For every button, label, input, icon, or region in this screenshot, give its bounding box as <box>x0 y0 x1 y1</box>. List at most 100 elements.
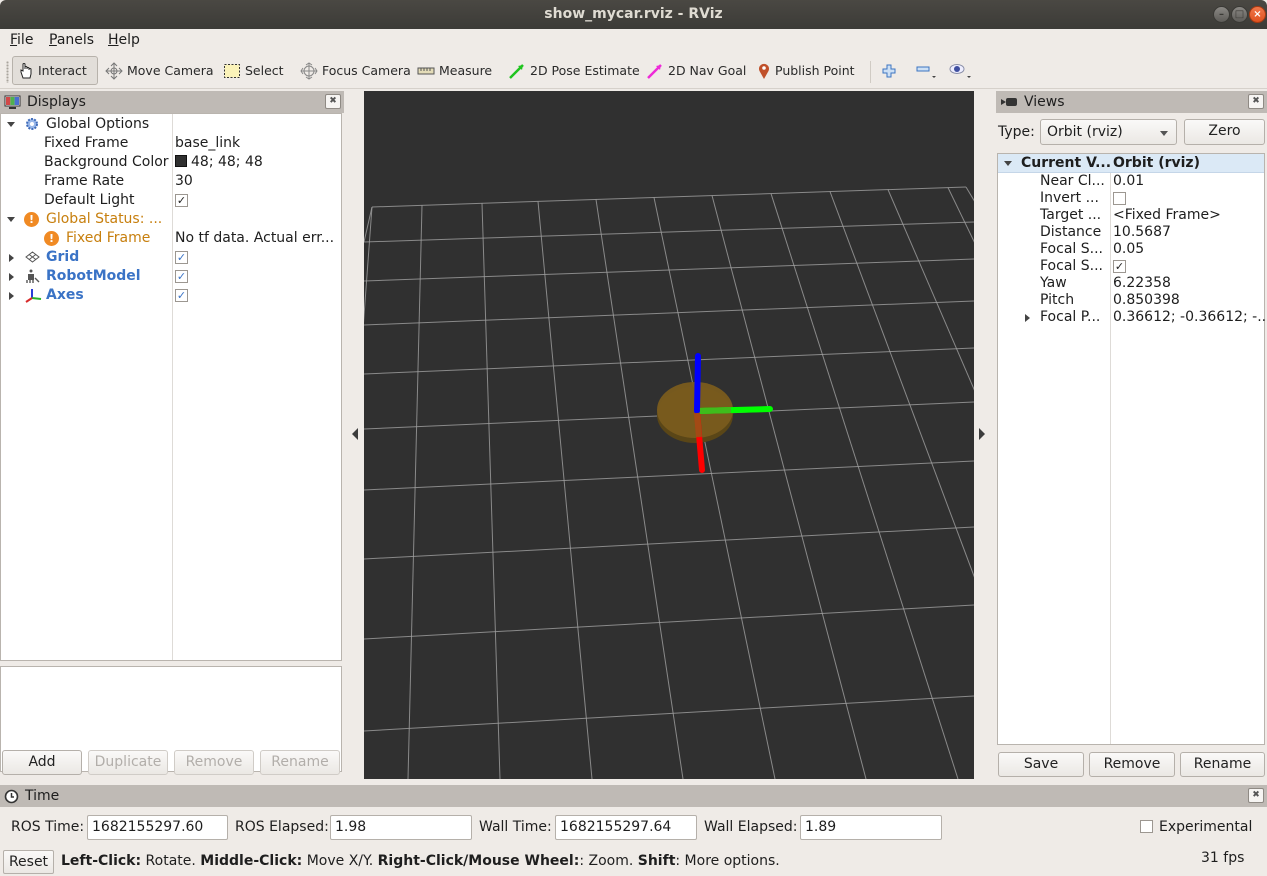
tree-row-fixed-frame[interactable]: Fixed Frame base_link <box>1 134 341 153</box>
tool-2d-nav-goal[interactable]: 2D Nav Goal <box>641 56 751 85</box>
menu-panels[interactable]: Panels <box>49 32 94 48</box>
view-property-value[interactable]: 10.5687 <box>1113 224 1171 241</box>
tool-move-camera[interactable]: Move Camera <box>100 56 219 85</box>
save-view-button[interactable]: Save <box>998 752 1084 777</box>
tool-interact[interactable]: Interact <box>12 56 98 85</box>
views-tree[interactable]: Current V... Orbit (rviz) Near Cl... 0.01… <box>997 153 1267 745</box>
tree-row-default-light[interactable]: Default Light ✓ <box>1 191 341 210</box>
views-close-button[interactable]: ✖ <box>1248 94 1264 109</box>
maximize-button[interactable]: □ <box>1231 6 1248 23</box>
plus-icon <box>882 64 896 77</box>
remove-display-button[interactable]: Remove <box>174 750 254 775</box>
displays-tree[interactable]: Global Options Fixed Frame base_link Bac… <box>0 113 342 661</box>
hand-pointer-icon <box>20 62 32 78</box>
view-property-value[interactable]: 0.05 <box>1113 241 1144 258</box>
scene-canvas[interactable] <box>329 91 1267 780</box>
default-light-checkbox[interactable]: ✓ <box>175 194 188 207</box>
hint-text: : More options. <box>675 853 780 869</box>
duplicate-display-button[interactable]: Duplicate <box>88 750 168 775</box>
grid-checkbox[interactable]: ✓ <box>175 251 188 264</box>
view-property-row[interactable]: Yaw 6.22358 <box>998 275 1264 292</box>
view-property-row[interactable]: Pitch 0.850398 <box>998 292 1264 309</box>
displays-panel-header: Displays ✖ <box>0 91 344 113</box>
fixed-frame-value[interactable]: base_link <box>175 134 240 153</box>
tree-row-axes[interactable]: Axes ✓ <box>1 286 341 305</box>
tree-row-global-status[interactable]: ! Global Status: ... <box>1 210 341 229</box>
view-property-checkbox[interactable]: ✓ <box>1113 260 1126 273</box>
expand-arrow-icon[interactable] <box>9 292 14 300</box>
tool-focus-camera[interactable]: Focus Camera <box>295 56 416 85</box>
expand-arrow-icon[interactable] <box>7 122 15 127</box>
wall-time-field[interactable]: 1682155297.64 <box>555 815 697 840</box>
grid-line <box>481 203 501 780</box>
collapse-right-arrow-icon[interactable] <box>978 428 986 440</box>
hint-text: Rotate. <box>141 853 201 869</box>
magenta-arrow-icon <box>647 63 662 79</box>
view-property-row[interactable]: Focal P... 0.36612; -0.36612; -... <box>998 309 1267 326</box>
remove-tool-button[interactable] <box>910 56 942 85</box>
view-property-value[interactable]: 0.01 <box>1113 173 1144 190</box>
eye-icon <box>949 63 971 78</box>
tool-2d-pose-estimate[interactable]: 2D Pose Estimate <box>503 56 645 85</box>
expand-arrow-icon[interactable] <box>7 217 15 222</box>
expand-arrow-icon[interactable] <box>1025 314 1030 322</box>
view-property-row[interactable]: Target ... <Fixed Frame> <box>998 207 1264 224</box>
hint-key: Right-Click/Mouse Wheel: <box>377 853 580 869</box>
ros-time-field[interactable]: 1682155297.60 <box>87 815 228 840</box>
menu-file[interactable]: File <box>10 32 33 48</box>
menu-help[interactable]: Help <box>108 32 140 48</box>
expand-arrow-icon[interactable] <box>9 254 14 262</box>
view-type-select[interactable]: Orbit (rviz) <box>1040 119 1177 145</box>
rename-view-button[interactable]: Rename <box>1180 752 1265 777</box>
tree-row-frame-rate[interactable]: Frame Rate 30 <box>1 172 341 191</box>
tree-row-grid[interactable]: Grid ✓ <box>1 248 341 267</box>
zero-button[interactable]: Zero <box>1184 119 1265 145</box>
view-property-row[interactable]: Invert ... <box>998 190 1264 207</box>
expand-arrow-icon[interactable] <box>9 273 14 281</box>
view-property-checkbox[interactable] <box>1113 192 1126 205</box>
toolbar-grip[interactable] <box>6 61 9 83</box>
close-button[interactable]: × <box>1249 6 1266 23</box>
view-property-row[interactable]: Distance 10.5687 <box>998 224 1264 241</box>
expand-arrow-icon[interactable] <box>1004 161 1012 166</box>
wall-elapsed-field[interactable]: 1.89 <box>800 815 942 840</box>
tree-row-status-fixed-frame[interactable]: ! Fixed Frame No tf data. Actual err... <box>1 229 341 248</box>
grid-icon <box>25 251 40 263</box>
frame-rate-value[interactable]: 30 <box>175 172 193 191</box>
view-property-row[interactable]: Focal S... ✓ <box>998 258 1264 275</box>
tool-publish-point[interactable]: Publish Point <box>752 56 860 85</box>
camera-icon <box>1001 98 1017 106</box>
tree-row-current-view[interactable]: Current V... Orbit (rviz) <box>998 154 1264 173</box>
tool-select[interactable]: Select <box>218 56 289 85</box>
axes-icon <box>25 289 42 303</box>
view-property-value[interactable]: 0.850398 <box>1113 292 1180 309</box>
add-display-button[interactable]: Add <box>2 750 82 775</box>
view-property-row[interactable]: Near Cl... 0.01 <box>998 173 1264 190</box>
green-arrow-icon <box>509 63 524 79</box>
views-toggle-button[interactable] <box>943 56 977 85</box>
tool-measure[interactable]: Measure <box>412 56 497 85</box>
tree-row-robotmodel[interactable]: RobotModel ✓ <box>1 267 341 286</box>
view-property-value[interactable]: <Fixed Frame> <box>1113 207 1221 224</box>
rename-display-button[interactable]: Rename <box>260 750 340 775</box>
collapse-left-arrow-icon[interactable] <box>351 428 359 440</box>
grid-line <box>363 300 975 326</box>
render-viewport[interactable] <box>329 91 1267 780</box>
reset-button[interactable]: Reset <box>3 850 54 874</box>
tree-row-global-options[interactable]: Global Options <box>1 115 341 134</box>
view-property-value[interactable]: 6.22358 <box>1113 275 1171 292</box>
minimize-button[interactable]: – <box>1213 6 1230 23</box>
robotmodel-checkbox[interactable]: ✓ <box>175 270 188 283</box>
displays-close-button[interactable]: ✖ <box>325 94 341 109</box>
axes-checkbox[interactable]: ✓ <box>175 289 188 302</box>
experimental-checkbox[interactable] <box>1140 820 1153 833</box>
view-property-label: Yaw <box>1040 275 1067 291</box>
add-tool-button[interactable] <box>876 56 902 85</box>
tree-row-background-color[interactable]: Background Color 48; 48; 48 <box>1 153 341 172</box>
remove-view-button[interactable]: Remove <box>1089 752 1175 777</box>
background-color-value[interactable]: 48; 48; 48 <box>175 153 263 172</box>
view-property-row[interactable]: Focal S... 0.05 <box>998 241 1264 258</box>
view-property-value[interactable]: 0.36612; -0.36612; -... <box>1113 309 1267 326</box>
ros-elapsed-field[interactable]: 1.98 <box>330 815 472 840</box>
time-close-button[interactable]: ✖ <box>1248 788 1264 803</box>
